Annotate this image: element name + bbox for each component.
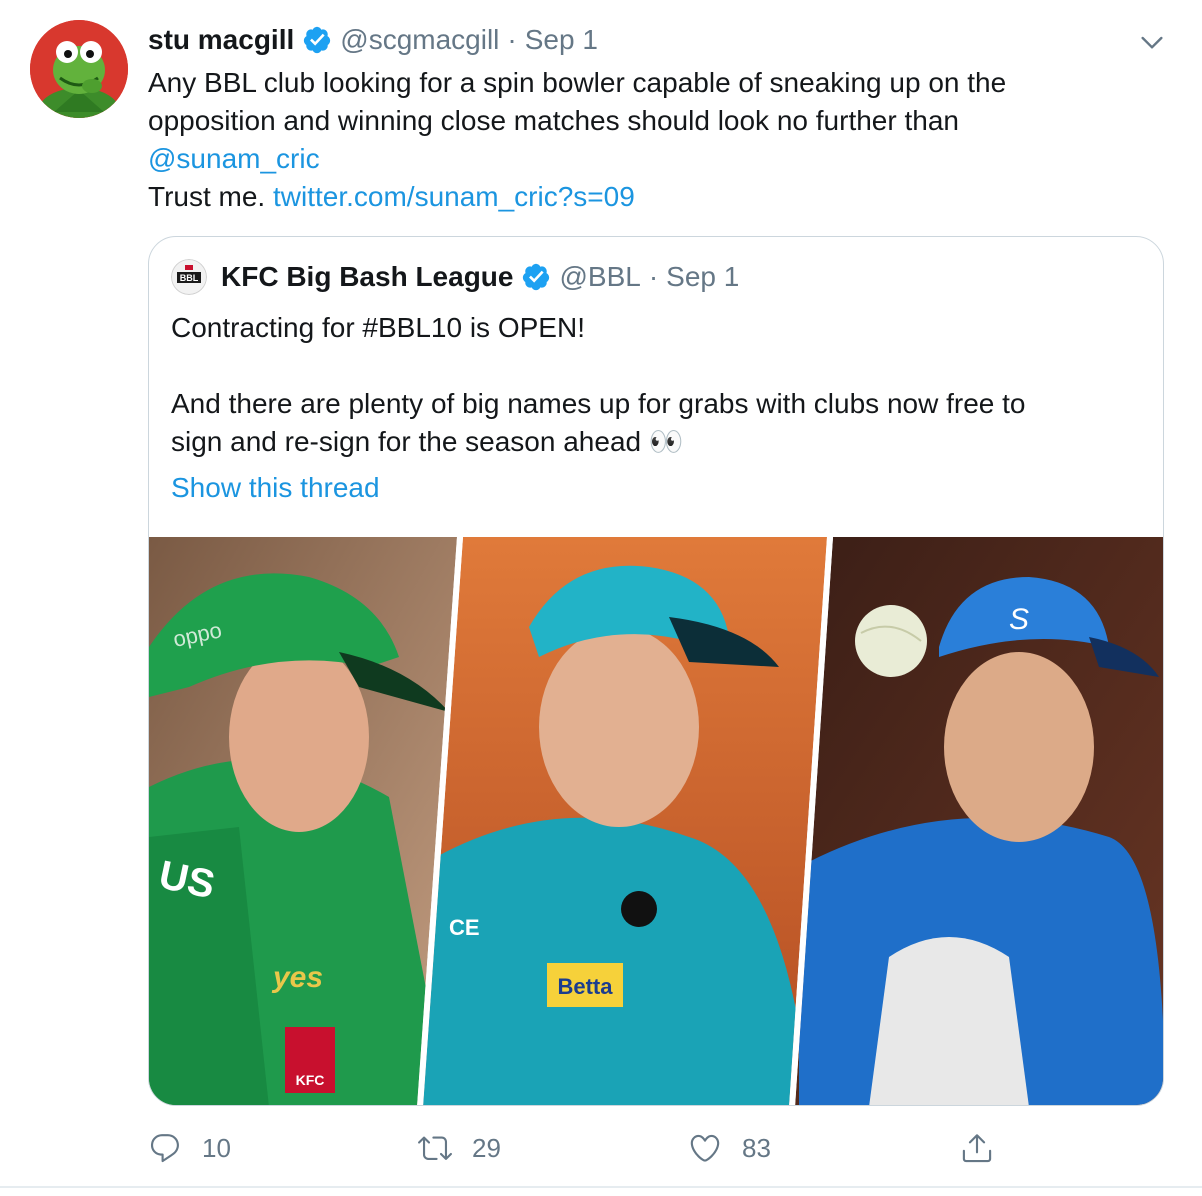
tweet[interactable]: stu macgill @scgmacgill · Sep 1 Any BBL … xyxy=(0,0,1202,1196)
like-count: 83 xyxy=(742,1132,771,1163)
quoted-text-line: And there are plenty of big names up for… xyxy=(171,388,1026,419)
reply-count: 10 xyxy=(202,1132,231,1163)
media-shirt-text: yes xyxy=(271,961,323,994)
share-icon xyxy=(962,1134,992,1163)
reply-icon xyxy=(150,1134,179,1163)
tweet-text-line: opposition and winning close matches sho… xyxy=(148,105,959,136)
media-logo-text: S xyxy=(1009,603,1029,636)
quoted-author-name[interactable]: KFC Big Bash League xyxy=(221,261,513,293)
quoted-text-line xyxy=(171,347,1151,385)
media-badge-text: CE xyxy=(449,915,480,940)
show-thread-link[interactable]: Show this thread xyxy=(171,469,380,507)
player-panel-green: oppo US yes KFC xyxy=(149,537,457,1105)
tweet-date[interactable]: Sep 1 xyxy=(525,24,598,56)
quoted-tweet-header: BBL KFC Big Bash League @BBL · Sep 1 xyxy=(171,257,739,297)
chevron-down-icon[interactable] xyxy=(1136,26,1168,58)
divider xyxy=(0,1186,1202,1188)
player-panel-teal: Betta CE xyxy=(423,537,827,1105)
mention-link[interactable]: @sunam_cric xyxy=(148,143,320,174)
verified-badge-icon xyxy=(304,26,331,54)
tweet-text-line: Any BBL club looking for a spin bowler c… xyxy=(148,67,1007,98)
action-bar: 10 29 83 xyxy=(148,1126,1164,1170)
author-name[interactable]: stu macgill xyxy=(148,24,294,56)
quoted-author-handle[interactable]: @BBL xyxy=(559,261,640,293)
reply-button[interactable]: 10 xyxy=(148,1126,231,1170)
quoted-media-image[interactable]: oppo US yes KFC Betta CE S xyxy=(149,537,1163,1105)
author-handle[interactable]: @scgmacgill xyxy=(340,24,499,56)
quoted-tweet-date[interactable]: Sep 1 xyxy=(666,261,739,293)
author-avatar[interactable] xyxy=(30,20,128,118)
media-sponsor-text: Betta xyxy=(557,974,613,999)
media-kfc-text: KFC xyxy=(296,1072,325,1088)
retweet-icon xyxy=(418,1136,452,1160)
kermit-avatar-icon xyxy=(30,20,128,118)
bbl-logo-text: BBL xyxy=(180,273,199,283)
quoted-tweet-text: Contracting for #BBL10 is OPEN! And ther… xyxy=(171,309,1151,461)
quoted-text-line: sign and re-sign for the season ahead 👀 xyxy=(171,426,684,457)
bbl-logo-icon[interactable]: BBL xyxy=(171,259,207,295)
player-panel-blue: S xyxy=(795,537,1163,1105)
tweet-url-link[interactable]: twitter.com/sunam_cric?s=09 xyxy=(273,181,635,212)
header-separator: · xyxy=(648,261,659,292)
tweet-text: Any BBL club looking for a spin bowler c… xyxy=(148,64,1158,216)
retweet-count: 29 xyxy=(472,1132,501,1163)
heart-icon xyxy=(690,1134,720,1162)
quoted-text-line: Contracting for #BBL10 is OPEN! xyxy=(171,312,585,343)
retweet-button[interactable]: 29 xyxy=(418,1126,501,1170)
tweet-header: stu macgill @scgmacgill · Sep 1 xyxy=(148,20,598,60)
quoted-tweet-card[interactable]: BBL KFC Big Bash League @BBL · Sep 1 Con… xyxy=(148,236,1164,1106)
like-button[interactable]: 83 xyxy=(688,1126,771,1170)
verified-badge-icon xyxy=(523,263,550,291)
share-button[interactable] xyxy=(960,1126,994,1170)
tweet-text-trust: Trust me. xyxy=(148,181,273,212)
header-separator: · xyxy=(507,24,517,55)
